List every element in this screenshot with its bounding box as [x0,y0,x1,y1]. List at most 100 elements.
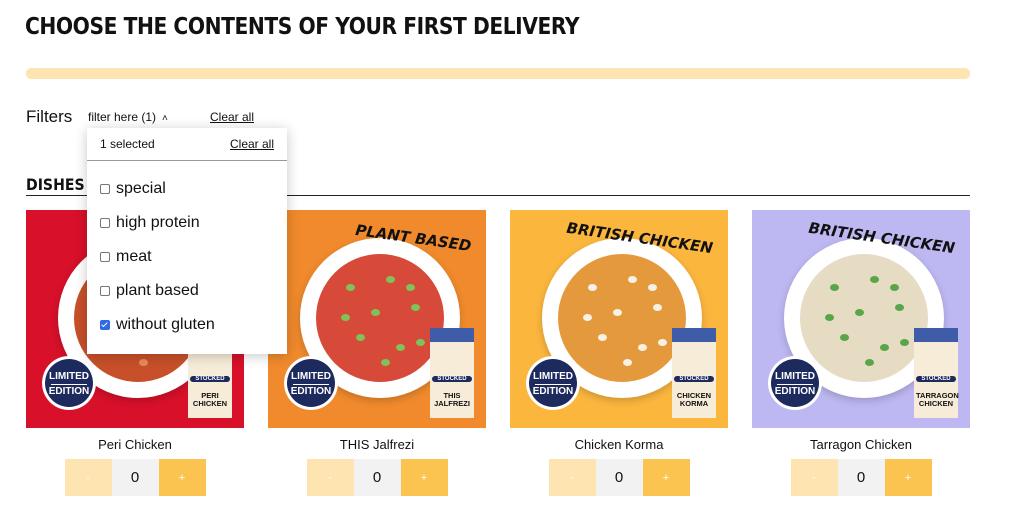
food-garnish [880,344,889,351]
food-garnish [346,284,355,291]
filter-option[interactable]: plant based [100,280,199,302]
filter-dropdown: 1 selected Clear all special high protei… [87,128,287,354]
food-garnish [411,304,420,311]
checkbox[interactable] [100,320,110,330]
food-garnish [396,344,405,351]
product-pack: STOCKED THIS JALFREZI [430,328,474,418]
filter-option[interactable]: high protein [100,212,200,234]
selected-count: 1 selected [100,137,155,151]
filter-option-label: high protein [116,214,200,231]
food-garnish [416,339,425,346]
food-garnish [900,339,909,346]
food-garnish [613,309,622,316]
checkbox[interactable] [100,184,110,194]
pack-brand: STOCKED [432,376,472,382]
badge-line1: LIMITED [775,371,815,382]
filter-option-label: plant based [116,282,199,299]
quantity-value: 0 [353,459,401,496]
food-garnish [139,359,148,366]
filter-toggle-button[interactable]: filter here (1) ˄ [88,110,168,124]
badge-line1: LIMITED [533,371,573,382]
limited-edition-badge: LIMITED EDITION [526,356,580,410]
increase-button[interactable]: + [158,459,206,496]
pack-label: CHICKEN KORMA [676,391,712,408]
decrease-button[interactable]: - [790,459,838,496]
quantity-stepper: - 0 + [306,459,448,496]
checkbox[interactable] [100,252,110,262]
food-garnish [870,276,879,283]
filter-option-label: special [116,180,166,197]
checkbox[interactable] [100,218,110,228]
filters-label: Filters [26,107,73,126]
filter-toggle-label: filter here (1) [88,110,157,124]
food-garnish [895,304,904,311]
increase-button[interactable]: + [642,459,690,496]
food-garnish [840,334,849,341]
dish-card: BRITISH CHICKEN LIMITED EDITION STOCKED C… [510,210,728,496]
food-garnish [653,304,662,311]
food-garnish [356,334,365,341]
pack-brand: STOCKED [674,376,714,382]
food-garnish [406,284,415,291]
decrease-button[interactable]: - [64,459,112,496]
food-garnish [890,284,899,291]
food [316,254,444,382]
decrease-button[interactable]: - [548,459,596,496]
page-title: CHOOSE THE CONTENTS OF YOUR FIRST DELIVE… [25,14,580,40]
increase-button[interactable]: + [884,459,932,496]
section-title: DISHES [26,175,85,194]
dropdown-divider [87,160,287,161]
filter-option[interactable]: special [100,178,166,200]
dish-name: Peri Chicken [98,437,172,452]
quantity-stepper: - 0 + [790,459,932,496]
limited-edition-badge: LIMITED EDITION [768,356,822,410]
food-garnish [830,284,839,291]
product-pack: STOCKED CHICKEN KORMA [672,328,716,418]
pack-brand: STOCKED [916,376,956,382]
food-garnish [825,314,834,321]
badge-line2: EDITION [532,386,574,397]
quantity-stepper: - 0 + [548,459,690,496]
dish-card: BRITISH CHICKEN LIMITED EDITION STOCKED T… [752,210,970,496]
quantity-value: 0 [111,459,159,496]
product-pack: STOCKED TARRAGON CHICKEN [914,328,959,418]
food-garnish [658,339,667,346]
badge-line1: LIMITED [291,371,331,382]
food-garnish [583,314,592,321]
quantity-stepper: - 0 + [64,459,206,496]
dish-name: Chicken Korma [574,437,664,452]
quantity-value: 0 [595,459,643,496]
filter-option-label: without gluten [116,316,215,333]
limited-edition-badge: LIMITED EDITION [284,356,338,410]
food [558,254,686,382]
food-garnish [855,309,864,316]
badge-line1: LIMITED [49,371,89,382]
progress-fill [26,68,970,79]
dish-image[interactable]: PLANT BASED LIMITED EDITION STOCKED THIS … [268,210,486,428]
decrease-button[interactable]: - [306,459,354,496]
badge-line2: EDITION [290,386,332,397]
pack-label: THIS JALFREZI [434,391,470,408]
filter-option[interactable]: meat [100,246,152,268]
food-garnish [371,309,380,316]
dropdown-clear-all-link[interactable]: Clear all [230,137,274,151]
food-garnish [386,276,395,283]
food-garnish [381,359,390,366]
food-garnish [588,284,597,291]
badge-line2: EDITION [48,386,90,397]
food-garnish [865,359,874,366]
dish-image[interactable]: BRITISH CHICKEN LIMITED EDITION STOCKED C… [510,210,728,428]
pack-label: PERI CHICKEN [192,391,228,408]
chevron-up-icon: ˄ [162,113,168,124]
food-garnish [638,344,647,351]
pack-brand: STOCKED [190,376,230,382]
food-garnish [648,284,657,291]
checkbox[interactable] [100,286,110,296]
food-garnish [628,276,637,283]
dish-image[interactable]: BRITISH CHICKEN LIMITED EDITION STOCKED T… [752,210,970,428]
increase-button[interactable]: + [400,459,448,496]
clear-all-link[interactable]: Clear all [210,110,254,124]
dish-name: THIS Jalfrezi [339,437,415,452]
filter-option[interactable]: without gluten [100,314,215,336]
food [800,254,928,382]
